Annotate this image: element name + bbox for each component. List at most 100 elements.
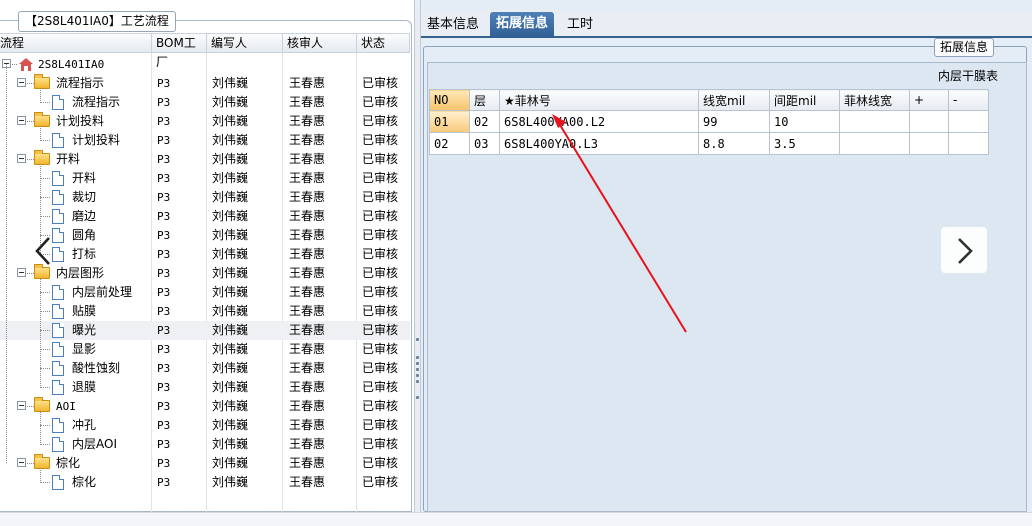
- cell-no[interactable]: 01: [429, 110, 470, 133]
- tree-row[interactable]: 流程指示 P3 刘伟巍 王春惠 已审核: [0, 93, 410, 112]
- detail-panel: 基本信息 拓展信息 工时 拓展信息 内层干膜表 NO 层 ★菲林号 线宽mil …: [421, 0, 1032, 512]
- collapse-toggle-icon[interactable]: [17, 268, 26, 277]
- tree-node-label: 酸性蚀刻: [72, 361, 121, 375]
- splitter-grip: [416, 374, 419, 377]
- tab-work-hours[interactable]: 工时: [561, 14, 599, 38]
- status-value: 已审核: [362, 380, 399, 394]
- next-page-button[interactable]: [941, 227, 987, 273]
- collapse-toggle-icon[interactable]: [17, 116, 26, 125]
- panel-splitter[interactable]: [414, 0, 421, 512]
- tree-row[interactable]: 棕化 P3 刘伟巍 王春惠 已审核: [0, 454, 410, 473]
- status-value: 已审核: [362, 152, 399, 166]
- tree-row[interactable]: 计划投料 P3 刘伟巍 王春惠 已审核: [0, 131, 410, 150]
- column-header-bom-factory[interactable]: BOM工厂: [152, 34, 207, 69]
- tree-node-label: 棕化: [56, 456, 81, 470]
- status-value: 已审核: [362, 76, 399, 90]
- tree-row[interactable]: 棕化 P3 刘伟巍 王春惠 已审核: [0, 473, 410, 492]
- column-header-status[interactable]: 状态: [357, 34, 410, 53]
- cell-line-width[interactable]: 99: [698, 110, 770, 133]
- tree-row[interactable]: 退膜 P3 刘伟巍 王春惠 已审核: [0, 378, 410, 397]
- tree-row[interactable]: 计划投料 P3 刘伟巍 王春惠 已审核: [0, 112, 410, 131]
- column-header-writer[interactable]: 编写人: [207, 34, 283, 53]
- tab-basic-info[interactable]: 基本信息: [421, 14, 485, 38]
- writer-value: 刘伟巍: [212, 475, 249, 489]
- tree-row[interactable]: 开料 P3 刘伟巍 王春惠 已审核: [0, 150, 410, 169]
- cell-remove[interactable]: [948, 132, 989, 155]
- bom-factory-value: P3: [157, 457, 171, 470]
- table-row[interactable]: 02 03 6S8L400YA0.L3 8.8 3.5: [429, 132, 989, 155]
- cell-layer[interactable]: 02: [469, 110, 500, 133]
- header-spacing[interactable]: 间距mil: [769, 89, 840, 111]
- cell-spacing[interactable]: 10: [769, 110, 840, 133]
- table-title: 内层干膜表: [937, 69, 998, 83]
- tree-row[interactable]: AOI P3 刘伟巍 王春惠 已审核: [0, 397, 410, 416]
- tree-row[interactable]: 流程指示 P3 刘伟巍 王春惠 已审核: [0, 74, 410, 93]
- folder-icon: [34, 454, 50, 469]
- tree-node-label: 计划投料: [72, 133, 121, 147]
- tree-row[interactable]: 内层图形 P3 刘伟巍 王春惠 已审核: [0, 264, 410, 283]
- cell-remove[interactable]: [948, 110, 989, 133]
- tree-row[interactable]: 圆角 P3 刘伟巍 王春惠 已审核: [0, 226, 410, 245]
- cell-spacing[interactable]: 3.5: [769, 132, 840, 155]
- bom-factory-value: P3: [157, 191, 171, 204]
- tree-row[interactable]: 内层AOI P3 刘伟巍 王春惠 已审核: [0, 435, 410, 454]
- tree-row[interactable]: 冲孔 P3 刘伟巍 王春惠 已审核: [0, 416, 410, 435]
- add-row-button[interactable]: +: [909, 89, 949, 111]
- reviewer-value: 王春惠: [289, 228, 326, 242]
- column-header-flow[interactable]: 流程: [0, 34, 152, 53]
- header-line-width[interactable]: 线宽mil: [698, 89, 770, 111]
- table-row[interactable]: 01 02 6S8L400YA00.L2 99 10: [429, 110, 989, 133]
- document-icon: [52, 323, 64, 338]
- tree-row[interactable]: 内层前处理 P3 刘伟巍 王春惠 已审核: [0, 283, 410, 302]
- header-film-no[interactable]: ★菲林号: [499, 89, 699, 111]
- collapse-toggle-icon[interactable]: [17, 401, 26, 410]
- header-film-line-width[interactable]: 菲林线宽: [839, 89, 910, 111]
- writer-value: 刘伟巍: [212, 95, 249, 109]
- tree-row[interactable]: 磨边 P3 刘伟巍 王春惠 已审核: [0, 207, 410, 226]
- writer-value: 刘伟巍: [212, 418, 249, 432]
- document-icon: [52, 228, 64, 243]
- reviewer-value: 王春惠: [289, 380, 326, 394]
- tree-connector: [40, 216, 50, 217]
- tree-node-label: 冲孔: [72, 418, 97, 432]
- cell-no[interactable]: 02: [429, 132, 470, 155]
- reviewer-value: 王春惠: [289, 133, 326, 147]
- header-layer[interactable]: 层: [469, 89, 500, 111]
- cell-add[interactable]: [909, 132, 949, 155]
- cell-line-width[interactable]: 8.8: [698, 132, 770, 155]
- tree-connector: [40, 278, 41, 388]
- writer-value: 刘伟巍: [212, 171, 249, 185]
- header-no[interactable]: NO: [429, 89, 470, 111]
- status-value: 已审核: [362, 247, 399, 261]
- cell-add[interactable]: [909, 110, 949, 133]
- tab-extended-info[interactable]: 拓展信息: [490, 12, 555, 38]
- writer-value: 刘伟巍: [212, 361, 249, 375]
- tree-node-label: 流程指示: [72, 95, 121, 109]
- splitter-grip: [416, 338, 419, 341]
- cell-layer[interactable]: 03: [469, 132, 500, 155]
- status-strip: [0, 512, 1032, 526]
- cell-film-line-width[interactable]: [839, 110, 910, 133]
- tree-row[interactable]: 显影 P3 刘伟巍 王春惠 已审核: [0, 340, 410, 359]
- tree-connector: [40, 468, 41, 483]
- tree-row[interactable]: 贴膜 P3 刘伟巍 王春惠 已审核: [0, 302, 410, 321]
- tree-connector: [40, 425, 50, 426]
- tree-row[interactable]: 裁切 P3 刘伟巍 王春惠 已审核: [0, 188, 410, 207]
- tree-row[interactable]: 2S8L401IA0: [0, 55, 410, 74]
- folder-icon: [34, 74, 50, 89]
- remove-row-button[interactable]: -: [948, 89, 989, 111]
- tree-node-label: 开料: [56, 152, 81, 166]
- collapse-toggle-icon[interactable]: [17, 458, 26, 467]
- collapse-toggle-icon[interactable]: [17, 154, 26, 163]
- cell-film-no[interactable]: 6S8L400YA0.L3: [499, 132, 699, 155]
- column-header-reviewer[interactable]: 核审人: [283, 34, 357, 53]
- document-icon: [52, 361, 64, 376]
- cell-film-no[interactable]: 6S8L400YA00.L2: [499, 110, 699, 133]
- tree-row[interactable]: 曝光 P3 刘伟巍 王春惠 已审核: [0, 321, 410, 340]
- collapse-toggle-icon[interactable]: [17, 78, 26, 87]
- tree-row[interactable]: 开料 P3 刘伟巍 王春惠 已审核: [0, 169, 410, 188]
- tree-row[interactable]: 打标 P3 刘伟巍 王春惠 已审核: [0, 245, 410, 264]
- chevron-left-icon[interactable]: [34, 236, 52, 269]
- tree-row[interactable]: 酸性蚀刻 P3 刘伟巍 王春惠 已审核: [0, 359, 410, 378]
- cell-film-line-width[interactable]: [839, 132, 910, 155]
